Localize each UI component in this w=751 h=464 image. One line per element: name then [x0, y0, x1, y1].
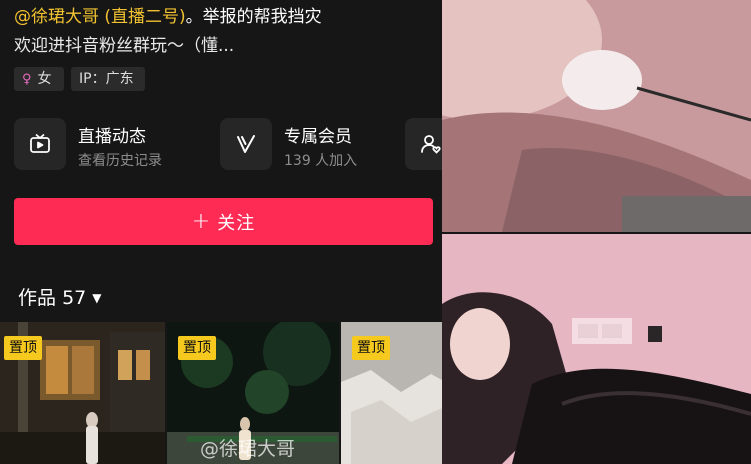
- female-icon: ♀: [22, 72, 32, 87]
- follow-label: 关注: [217, 212, 256, 234]
- tv-icon: [14, 118, 66, 170]
- live-history-subtitle: 查看历史记录: [78, 153, 162, 169]
- bio-line-2[interactable]: 欢迎进抖音粉丝群玩～（懂...: [14, 35, 234, 57]
- live-history-entry[interactable]: 直播动态 查看历史记录: [14, 118, 204, 172]
- membership-title: 专属会员: [284, 127, 352, 147]
- live-history-title: 直播动态: [78, 127, 146, 147]
- photo-top-image: [442, 0, 751, 232]
- chevron-down-icon: ▼: [92, 291, 102, 305]
- membership-entry[interactable]: 专属会员 139 人加入: [220, 118, 390, 172]
- ip-tag: IP：广东: [71, 67, 145, 91]
- works-count: 57: [62, 287, 87, 309]
- bio-text-1: 。举报的帮我挡灾: [185, 7, 322, 27]
- pinned-badge: 置顶: [4, 336, 42, 360]
- profile-panel: @徐珺大哥 (直播二号)。举报的帮我挡灾 欢迎进抖音粉丝群玩～（懂... ♀ 女 …: [0, 0, 442, 464]
- bio-line-1: @徐珺大哥 (直播二号)。举报的帮我挡灾: [14, 6, 322, 28]
- user-heart-icon: [405, 118, 442, 170]
- watermark-text: @徐珺大哥: [200, 438, 296, 460]
- pinned-badge: 置顶: [352, 336, 390, 360]
- v-badge-icon: [220, 118, 272, 170]
- plus-icon: +: [191, 209, 212, 234]
- pinned-badge: 置顶: [178, 336, 216, 360]
- mention-link[interactable]: @徐珺大哥 (直播二号): [14, 7, 186, 27]
- gender-tag: ♀ 女: [14, 67, 64, 91]
- photo-top[interactable]: [442, 0, 751, 232]
- works-label: 作品: [18, 287, 57, 309]
- photo-bottom[interactable]: [442, 234, 751, 464]
- gender-label: 女: [37, 71, 52, 87]
- works-tab[interactable]: 作品 57 ▼: [18, 283, 101, 310]
- fan-group-entry[interactable]: [405, 118, 442, 172]
- photo-bottom-image: [442, 234, 751, 464]
- photo-gallery: [442, 0, 751, 464]
- video-thumbnail[interactable]: 置顶: [341, 322, 442, 464]
- membership-subtitle: 139 人加入: [284, 153, 358, 169]
- video-thumbnail[interactable]: 置顶: [0, 322, 165, 464]
- follow-button[interactable]: + 关注: [14, 198, 433, 245]
